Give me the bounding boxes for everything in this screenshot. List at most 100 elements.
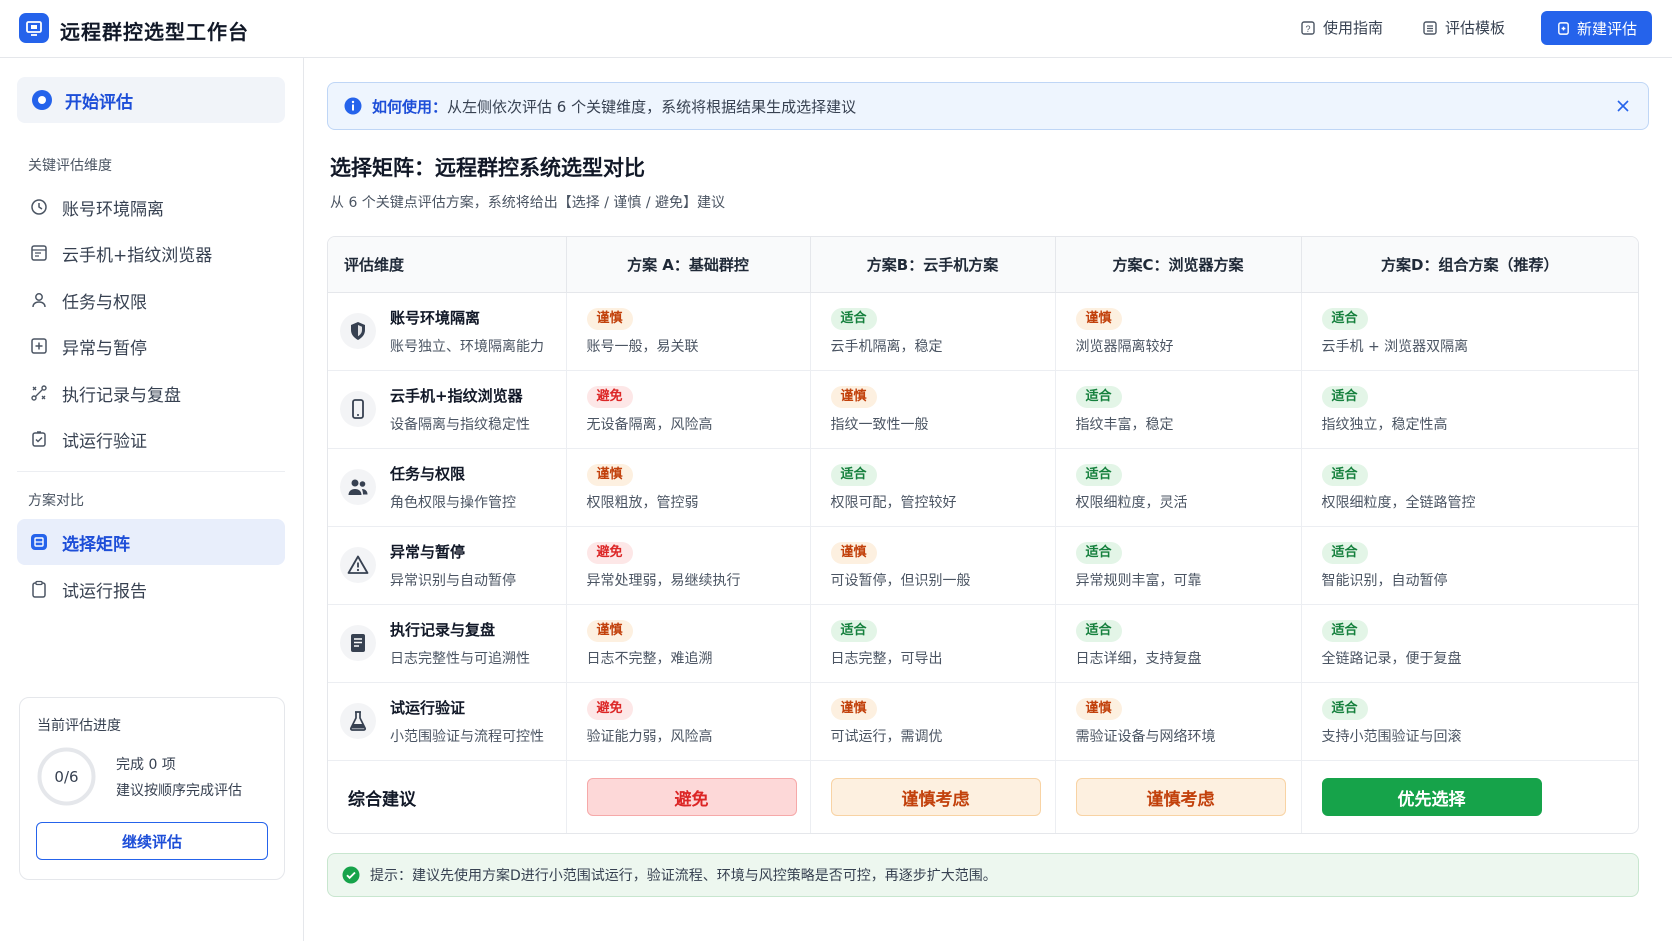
progress-value: 0/6 (54, 767, 79, 786)
dimension-name: 云手机+指纹浏览器 (390, 386, 523, 405)
document-icon (340, 625, 376, 661)
header-plan-a: 方案 A：基础群控 (566, 237, 811, 293)
evaluation-cell: 谨慎可设暂停，但识别一般 (810, 526, 1056, 605)
rating-desc: 指纹独立，稳定性高 (1321, 416, 1448, 433)
app-logo-icon (19, 13, 49, 43)
rating-badge-warn: 谨慎 (830, 541, 877, 564)
dimension-cell: 执行记录与复盘 日志完整性与可追溯性 (328, 604, 567, 683)
sidebar-item-trial-report[interactable]: 试运行报告 (17, 566, 285, 612)
rating-desc: 权限细粒度，全链路管控 (1321, 494, 1476, 511)
summary-button-warn[interactable]: 谨慎考虑 (1075, 778, 1286, 817)
rating-desc: 权限可配，管控较好 (830, 494, 957, 511)
evaluation-cell: 谨慎 需验证设备与网络环境 (1055, 682, 1302, 761)
dimension-name: 异常与暂停 (390, 542, 466, 561)
dimension-cell: 试运行验证小范围验证与流程可控性 (328, 682, 567, 761)
rating-badge-bad: 避免 (586, 697, 633, 720)
summary-cell: 谨慎考虑 (1055, 760, 1302, 833)
dimension-cell: 账号环境隔离账号独立、环境隔离能力 (328, 292, 567, 371)
evaluation-cell: 适合 全链路记录，便于复盘 (1301, 604, 1638, 683)
dimension-name: 账号环境隔离 (390, 308, 481, 327)
dimension-desc: 账号独立、环境隔离能力 (390, 338, 544, 355)
rating-badge-ok: 适合 (1075, 385, 1122, 408)
start-evaluation-button[interactable]: 开始评估 (17, 77, 285, 123)
rating-desc: 日志不完整，难追溯 (586, 650, 713, 667)
close-icon[interactable] (1614, 97, 1632, 115)
evaluation-cell: 适合 异常规则丰富，可靠 (1055, 526, 1302, 605)
start-circle-icon (32, 90, 52, 110)
sidebar: 开始评估 关键评估维度 账号环境隔离 云手机+指纹浏览器 任务与权限 异常与暂停… (0, 58, 304, 941)
banner-text: 从左侧依次评估 6 个关键维度，系统将根据结果生成选择建议 (447, 97, 857, 116)
header-plan-c: 方案C：浏览器方案 (1055, 237, 1302, 293)
evaluation-cell: 避免 异常处理弱，易继续执行 (566, 526, 811, 605)
flask-icon (340, 703, 376, 739)
dimension-name: 试运行验证 (390, 698, 466, 717)
sidebar-item-cloud-phone-browser[interactable]: 云手机+指纹浏览器 (17, 230, 285, 276)
evaluation-cell: 适合 支持小范围验证与回滚 (1301, 682, 1638, 761)
new-doc-icon (1558, 21, 1569, 35)
tip-banner: 提示：建议先使用方案D进行小范围试运行，验证流程、环境与风控策略是否可控，再逐步… (327, 853, 1639, 897)
evaluation-cell: 适合 指纹独立，稳定性高 (1301, 370, 1638, 449)
rating-desc: 云手机 + 浏览器双隔离 (1321, 338, 1469, 355)
evaluation-cell: 避免 验证能力弱，风险高 (566, 682, 811, 761)
sidebar-item-label: 选择矩阵 (62, 534, 130, 555)
path-icon (31, 385, 47, 401)
dimension-desc: 设备隔离与指纹稳定性 (390, 416, 530, 433)
template-link[interactable]: 评估模板 (1422, 17, 1505, 38)
rating-badge-warn: 谨慎 (1075, 697, 1122, 720)
rating-badge-ok: 适合 (830, 463, 877, 486)
sidebar-item-execution-log[interactable]: 执行记录与复盘 (17, 370, 285, 416)
sidebar-item-trial-run[interactable]: 试运行验证 (17, 416, 285, 462)
table-header-row: 评估维度 方案 A：基础群控 方案B：云手机方案 方案C：浏览器方案 方案D：组… (328, 237, 1638, 293)
rating-badge-ok: 适合 (1075, 541, 1122, 564)
section-compare-title: 方案对比 (28, 493, 84, 509)
dimension-desc: 角色权限与操作管控 (390, 494, 516, 511)
rating-badge-ok: 适合 (1075, 619, 1122, 642)
summary-cell: 避免 (566, 760, 811, 833)
rating-badge-ok: 适合 (1321, 307, 1368, 330)
rating-badge-warn: 谨慎 (830, 385, 877, 408)
summary-row: 综合建议 避免 谨慎考虑 谨慎考虑 优先选择 (328, 760, 1638, 833)
rating-desc: 云手机隔离，稳定 (830, 338, 943, 355)
dimension-desc: 异常识别与自动暂停 (390, 572, 516, 589)
table-row: 任务与权限 角色权限与操作管控 谨慎 权限粗放，管控弱 适合 权限可配，管控较好 适合 权限细… (328, 448, 1638, 527)
evaluation-cell: 适合 权限细粒度，灵活 (1055, 448, 1302, 527)
rating-desc: 权限粗放，管控弱 (586, 494, 699, 511)
sidebar-divider (17, 471, 285, 472)
rating-badge-ok: 适合 (1075, 463, 1122, 486)
evaluation-cell: 适合 权限细粒度，全链路管控 (1301, 448, 1638, 527)
dimension-name: 任务与权限 (390, 464, 466, 483)
summary-button-bad[interactable]: 避免 (586, 778, 797, 817)
rating-desc: 智能识别，自动暂停 (1321, 572, 1448, 589)
progress-done-text: 完成 0 项 (116, 757, 176, 773)
header-dimension: 评估维度 (328, 237, 567, 293)
section-dimensions-title: 关键评估维度 (28, 158, 112, 174)
sidebar-item-label: 试运行报告 (62, 581, 147, 602)
warning-icon (340, 547, 376, 583)
header-plan-d: 方案D：组合方案（推荐） (1301, 237, 1638, 293)
table-row: 云手机+指纹浏览器 设备隔离与指纹稳定性 避免 无设备隔离，风险高 谨慎 指纹一致性一般适… (328, 370, 1638, 449)
summary-button-ok[interactable]: 优先选择 (1321, 778, 1542, 817)
tip-text: 提示：建议先使用方案D进行小范围试运行，验证流程、环境与风控策略是否可控，再逐步… (370, 868, 997, 884)
evaluation-cell: 谨慎 指纹一致性一般 (810, 370, 1056, 449)
sidebar-item-exceptions-pause[interactable]: 异常与暂停 (17, 323, 285, 369)
info-icon (344, 97, 362, 115)
dimension-desc: 小范围验证与流程可控性 (390, 728, 544, 745)
rating-desc: 可设暂停，但识别一般 (830, 572, 971, 589)
new-evaluation-button[interactable]: 新建评估 (1541, 11, 1652, 45)
sidebar-item-selection-matrix[interactable]: 选择矩阵 (17, 519, 285, 565)
rating-badge-warn: 谨慎 (586, 619, 633, 642)
template-label: 评估模板 (1445, 19, 1506, 37)
rating-desc: 浏览器隔离较好 (1075, 338, 1174, 355)
summary-button-warn[interactable]: 谨慎考虑 (830, 778, 1041, 817)
sidebar-item-account-isolation[interactable]: 账号环境隔离 (17, 184, 285, 230)
rating-desc: 可试运行，需调优 (830, 728, 943, 745)
guide-link[interactable]: ? 使用指南 (1300, 17, 1383, 38)
rating-badge-ok: 适合 (1321, 619, 1368, 642)
progress-hint: 建议按顺序完成评估 (116, 783, 242, 799)
sidebar-item-tasks-permissions[interactable]: 任务与权限 (17, 277, 285, 323)
check-square-icon (32, 431, 46, 447)
phone-icon (340, 391, 376, 427)
new-evaluation-label: 新建评估 (1576, 19, 1637, 38)
continue-evaluation-button[interactable]: 继续评估 (36, 822, 268, 860)
evaluation-cell: 谨慎 账号一般，易关联 (566, 292, 811, 371)
